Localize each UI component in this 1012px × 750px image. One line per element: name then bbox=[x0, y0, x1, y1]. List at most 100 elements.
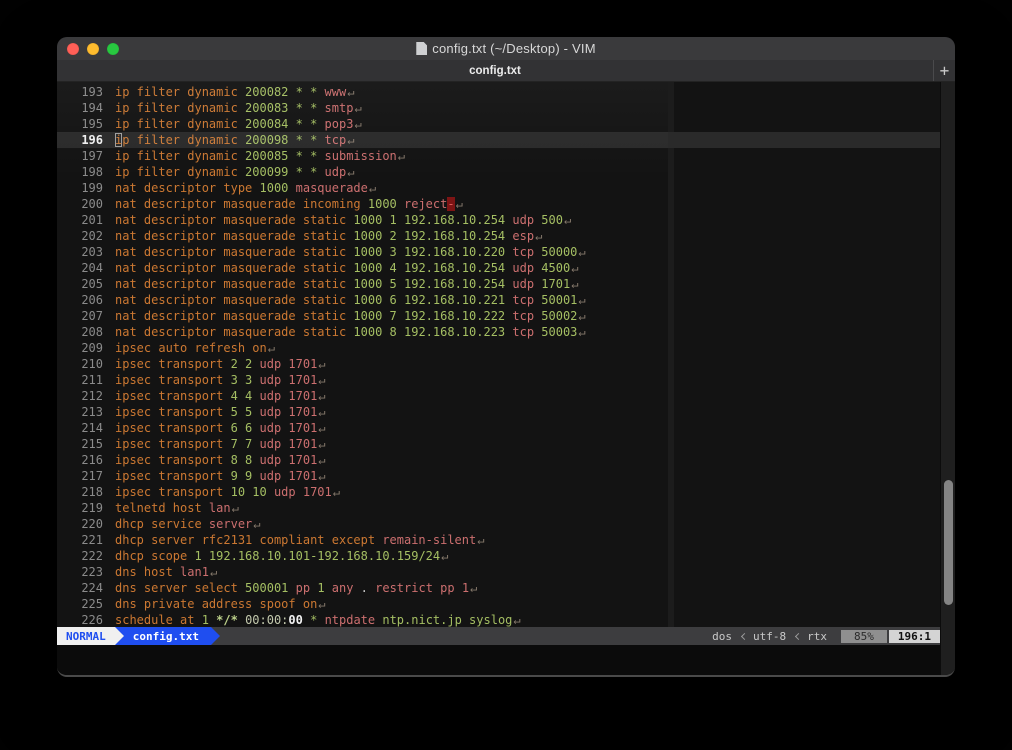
syntax-token: dns server select bbox=[115, 581, 246, 595]
syntax-token: 1000 2 192.168.10.254 bbox=[353, 229, 513, 243]
line-number: 206 bbox=[81, 293, 103, 307]
statusline-right: dos utf-8 rtx 85% 196:1 bbox=[708, 627, 940, 645]
syntax-token: 1000 1 192.168.10.254 bbox=[353, 213, 513, 227]
editor-line[interactable]: 204 nat descriptor masquerade static 1000… bbox=[57, 260, 940, 276]
editor-line[interactable]: 202 nat descriptor masquerade static 1000… bbox=[57, 228, 940, 244]
syntax-token: udp 1701 bbox=[259, 453, 318, 467]
syntax-token: ipsec transport bbox=[115, 485, 231, 499]
editor-line[interactable]: 199 nat descriptor type 1000 masquerade↵ bbox=[57, 180, 940, 196]
syntax-token: 50001 bbox=[541, 293, 578, 307]
line-text: nat descriptor masquerade static 1000 5 … bbox=[103, 276, 578, 292]
editor-line[interactable]: 207 nat descriptor masquerade static 1000… bbox=[57, 308, 940, 324]
editor-line[interactable]: 198 ip filter dynamic 200099 * * udp↵ bbox=[57, 164, 940, 180]
syntax-token: 200083 * * bbox=[245, 101, 325, 115]
eol-mark: ↵ bbox=[354, 117, 362, 131]
syntax-token: 1 bbox=[317, 581, 332, 595]
line-text: dhcp server rfc2131 compliant except rem… bbox=[103, 532, 484, 548]
line-text: schedule at 1 */* 00:00:00 * ntpdate ntp… bbox=[103, 612, 521, 627]
line-number: 197 bbox=[81, 149, 103, 163]
powerline-arrow-icon bbox=[210, 627, 220, 645]
editor-line[interactable]: 214 ipsec transport 6 6 udp 1701↵ bbox=[57, 420, 940, 436]
syntax-token: telnetd host bbox=[115, 501, 209, 515]
chevron-left-icon bbox=[795, 632, 803, 640]
editor-line[interactable]: 197 ip filter dynamic 200085 * * submissi… bbox=[57, 148, 940, 164]
editor-line[interactable]: 201 nat descriptor masquerade static 1000… bbox=[57, 212, 940, 228]
syntax-token: 2 2 bbox=[230, 357, 260, 371]
editor-line[interactable]: 211 ipsec transport 3 3 udp 1701↵ bbox=[57, 372, 940, 388]
editor-line[interactable]: 196 ip filter dynamic 200098 * * tcp↵ bbox=[57, 132, 940, 148]
line-text: nat descriptor masquerade static 1000 8 … bbox=[103, 324, 586, 340]
new-tab-button[interactable]: + bbox=[933, 60, 955, 81]
editor-line[interactable]: 200 nat descriptor masquerade incoming 10… bbox=[57, 196, 940, 212]
scrollbar-track[interactable] bbox=[940, 82, 955, 675]
editor-line[interactable]: 215 ipsec transport 7 7 udp 1701↵ bbox=[57, 436, 940, 452]
command-line-area[interactable] bbox=[57, 645, 940, 675]
editor-line[interactable]: 210 ipsec transport 2 2 udp 1701↵ bbox=[57, 356, 940, 372]
line-text: nat descriptor masquerade static 1000 7 … bbox=[103, 308, 586, 324]
line-number: 196 bbox=[81, 133, 103, 147]
editor-line[interactable]: 194 ip filter dynamic 200083 * * smtp↵ bbox=[57, 100, 940, 116]
line-number: 195 bbox=[81, 117, 103, 131]
scrollbar-thumb[interactable] bbox=[944, 480, 953, 605]
tab-label: config.txt bbox=[469, 64, 521, 77]
editor-line[interactable]: 221 dhcp server rfc2131 compliant except … bbox=[57, 532, 940, 548]
editor-line[interactable]: 212 ipsec transport 4 4 udp 1701↵ bbox=[57, 388, 940, 404]
syntax-token: ipsec auto refresh on bbox=[115, 341, 267, 355]
editor-area[interactable]: 193 ip filter dynamic 200082 * * www↵ 194 i… bbox=[57, 82, 940, 627]
highlighted-error-char: - bbox=[447, 197, 455, 211]
tab-config-txt[interactable]: config.txt bbox=[57, 60, 933, 81]
title-bar[interactable]: config.txt (~/Desktop) - VIM bbox=[57, 37, 955, 60]
syntax-token: udp 1701 bbox=[259, 437, 318, 451]
syntax-token: pop3 bbox=[324, 117, 354, 131]
scroll-percent-badge: 85% bbox=[841, 629, 887, 643]
line-text: dns private address spoof on↵ bbox=[103, 596, 326, 612]
editor-line[interactable]: 195 ip filter dynamic 200084 * * pop3↵ bbox=[57, 116, 940, 132]
eol-mark: ↵ bbox=[347, 133, 355, 147]
syntax-token: udp bbox=[512, 213, 542, 227]
line-text: nat descriptor type 1000 masquerade↵ bbox=[103, 180, 376, 196]
filetype-label: rtx bbox=[807, 629, 827, 643]
syntax-token: udp 1701 bbox=[273, 485, 332, 499]
eol-mark: ↵ bbox=[535, 229, 543, 243]
syntax-token: . bbox=[360, 581, 376, 595]
editor-line[interactable]: 219 telnetd host lan↵ bbox=[57, 500, 940, 516]
line-text: nat descriptor masquerade static 1000 6 … bbox=[103, 292, 586, 308]
editor-line[interactable]: 224 dns server select 500001 pp 1 any . r… bbox=[57, 580, 940, 596]
syntax-token: ipsec transport bbox=[115, 357, 231, 371]
syntax-token: 4 4 bbox=[230, 389, 260, 403]
editor-line[interactable]: 225 dns private address spoof on↵ bbox=[57, 596, 940, 612]
syntax-token: udp 1701 bbox=[259, 421, 318, 435]
syntax-token: ip filter dynamic bbox=[115, 85, 246, 99]
syntax-token: 1000 6 192.168.10.221 bbox=[353, 293, 513, 307]
syntax-token: 1000 7 192.168.10.222 bbox=[353, 309, 513, 323]
editor-line[interactable]: 209 ipsec auto refresh on↵ bbox=[57, 340, 940, 356]
editor-line[interactable]: 222 dhcp scope 1 192.168.10.101-192.168.1… bbox=[57, 548, 940, 564]
syntax-token: dns private address spoof on bbox=[115, 597, 318, 611]
eol-mark: ↵ bbox=[455, 197, 463, 211]
editor-line[interactable]: 216 ipsec transport 8 8 udp 1701↵ bbox=[57, 452, 940, 468]
editor-line[interactable]: 213 ipsec transport 5 5 udp 1701↵ bbox=[57, 404, 940, 420]
editor-line[interactable]: 218 ipsec transport 10 10 udp 1701↵ bbox=[57, 484, 940, 500]
statusline-spacer bbox=[220, 627, 708, 645]
editor-line[interactable]: 203 nat descriptor masquerade static 1000… bbox=[57, 244, 940, 260]
editor-line[interactable]: 217 ipsec transport 9 9 udp 1701↵ bbox=[57, 468, 940, 484]
eol-mark: ↵ bbox=[347, 85, 355, 99]
syntax-token: esp bbox=[512, 229, 535, 243]
line-number: 225 bbox=[81, 597, 103, 611]
line-number: 217 bbox=[81, 469, 103, 483]
line-text: ipsec transport 4 4 udp 1701↵ bbox=[103, 388, 326, 404]
syntax-token: 8 8 bbox=[230, 453, 260, 467]
editor-line[interactable]: 205 nat descriptor masquerade static 1000… bbox=[57, 276, 940, 292]
eol-mark: ↵ bbox=[347, 165, 355, 179]
editor-line[interactable]: 220 dhcp service server↵ bbox=[57, 516, 940, 532]
editor-line[interactable]: 206 nat descriptor masquerade static 1000… bbox=[57, 292, 940, 308]
syntax-token: 1701 bbox=[541, 277, 571, 291]
editor-line[interactable]: 193 ip filter dynamic 200082 * * www↵ bbox=[57, 84, 940, 100]
syntax-token: dhcp service bbox=[115, 517, 209, 531]
editor-line[interactable]: 226 schedule at 1 */* 00:00:00 * ntpdate … bbox=[57, 612, 940, 627]
editor-line[interactable]: 223 dns host lan1↵ bbox=[57, 564, 940, 580]
line-text: nat descriptor masquerade static 1000 1 … bbox=[103, 212, 571, 228]
syntax-token: p filter dynamic bbox=[122, 133, 246, 147]
line-number: 209 bbox=[81, 341, 103, 355]
editor-line[interactable]: 208 nat descriptor masquerade static 1000… bbox=[57, 324, 940, 340]
